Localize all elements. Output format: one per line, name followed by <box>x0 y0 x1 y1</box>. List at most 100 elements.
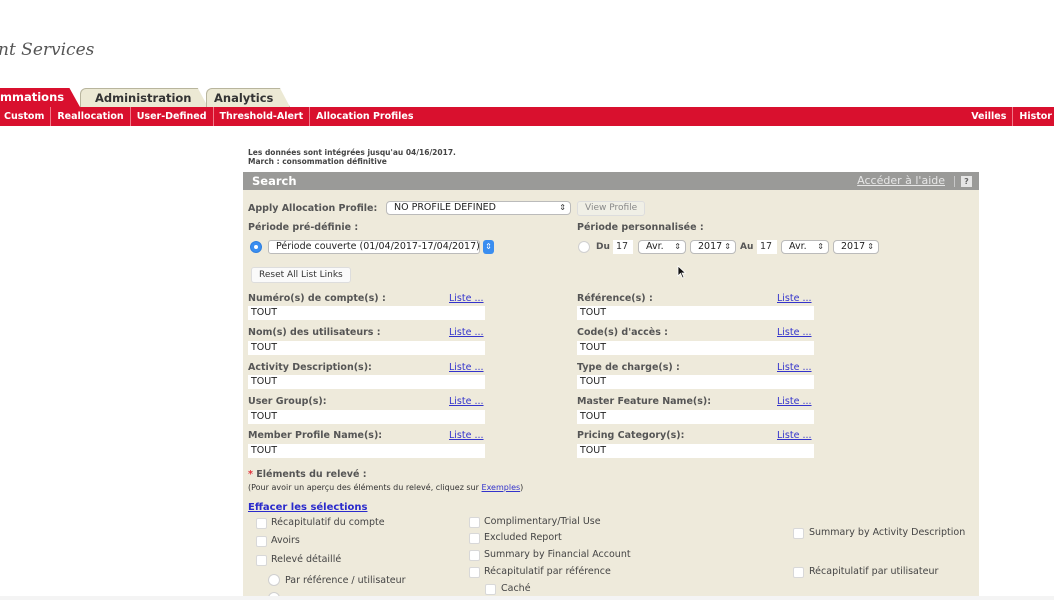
search-title: Search <box>252 174 297 188</box>
checkbox-label-detailed-statement: Relevé détaillé <box>271 554 342 565</box>
to-year-select[interactable]: 2017 ⇕ <box>833 240 879 254</box>
select-arrows-icon: ⇕ <box>674 242 681 251</box>
from-month-select[interactable]: Avr. ⇕ <box>638 240 686 254</box>
select-arrows-icon: ⇕ <box>867 242 874 251</box>
activity-descriptions-input[interactable]: TOUT <box>248 375 485 389</box>
reset-list-links-button[interactable]: Reset All List Links <box>251 267 351 283</box>
checkbox-label-account-summary: Récapitulatif du compte <box>271 517 385 528</box>
select-arrows-icon: ⇕ <box>559 203 566 212</box>
predefined-period-value: Période couverte (01/04/2017-17/04/2017) <box>276 241 480 252</box>
notice-line-integration: Les données sont intégrées jusqu'au 04/1… <box>248 148 456 157</box>
tab-administration[interactable]: Administration <box>80 88 208 107</box>
user-names-input[interactable]: TOUT <box>248 341 485 355</box>
field-label-access-codes: Code(s) d'accès : <box>577 327 668 338</box>
member-profile-names-input[interactable]: TOUT <box>248 444 485 458</box>
to-year-value: 2017 <box>841 241 866 252</box>
list-link-user-groups[interactable]: Liste ... <box>449 396 484 407</box>
checkbox-summary-financial-account[interactable] <box>469 550 480 561</box>
tab-consommations[interactable]: mmations <box>0 88 80 107</box>
field-label-user-groups: User Group(s): <box>248 396 327 407</box>
to-month-value: Avr. <box>789 241 807 252</box>
checkbox-excluded-report[interactable] <box>469 533 480 544</box>
from-year-select[interactable]: 2017 ⇕ <box>690 240 736 254</box>
search-panel: Search Accéder à l'aide ? Apply Allocati… <box>243 172 979 600</box>
list-link-master-feature-names[interactable]: Liste ... <box>777 396 812 407</box>
examples-link[interactable]: Exemples <box>482 483 521 492</box>
checkbox-summary-activity-description[interactable] <box>793 528 804 539</box>
subnav-user-defined[interactable]: User-Defined <box>131 107 214 126</box>
list-link-charge-types[interactable]: Liste ... <box>777 362 812 373</box>
custom-period-radio[interactable] <box>578 241 590 253</box>
user-groups-input[interactable]: TOUT <box>248 410 485 424</box>
predefined-period-label: Période pré-définie : <box>248 222 359 233</box>
radio-label-by-reference-user: Par référence / utilisateur <box>285 575 406 586</box>
to-label: Au <box>740 242 754 252</box>
main-tabs: mmations Administration Analytics <box>0 88 1054 107</box>
field-label-account-numbers: Numéro(s) de compte(s) : <box>248 293 386 304</box>
sub-navigation: Custom Reallocation User-Defined Thresho… <box>0 107 1054 126</box>
field-label-user-names: Nom(s) des utilisateurs : <box>248 327 381 338</box>
bottom-strip <box>0 596 1054 600</box>
pricing-categories-input[interactable]: TOUT <box>577 444 814 458</box>
hint-suffix: ) <box>520 483 524 492</box>
list-link-user-names[interactable]: Liste ... <box>449 327 484 338</box>
from-day-input[interactable]: 17 <box>613 240 633 254</box>
subnav-reallocation[interactable]: Reallocation <box>51 107 131 126</box>
subnav-historique[interactable]: Histor <box>1013 107 1054 126</box>
checkbox-label-summary-by-user: Récapitulatif par utilisateur <box>809 566 939 577</box>
select-arrows-icon[interactable]: ⇕ <box>483 240 494 254</box>
allocation-profile-select[interactable]: NO PROFILE DEFINED ⇕ <box>386 201 571 215</box>
from-year-value: 2017 <box>698 241 723 252</box>
statement-elements-label: * Eléments du relevé : <box>248 469 367 480</box>
master-feature-names-input[interactable]: TOUT <box>577 410 814 424</box>
field-label-activity-descriptions: Activity Description(s): <box>248 362 372 373</box>
subnav-allocation-profiles[interactable]: Allocation Profiles <box>310 107 419 126</box>
access-codes-input[interactable]: TOUT <box>577 341 814 355</box>
account-numbers-input[interactable]: TOUT <box>248 306 485 320</box>
list-link-activity-descriptions[interactable]: Liste ... <box>449 362 484 373</box>
checkbox-label-summary-activity-description: Summary by Activity Description <box>809 527 966 538</box>
view-profile-button[interactable]: View Profile <box>577 201 646 216</box>
help-icon[interactable]: ? <box>961 176 972 187</box>
clear-selections-link[interactable]: Effacer les sélections <box>248 502 367 513</box>
data-notice: Les données sont intégrées jusqu'au 04/1… <box>248 148 456 166</box>
predefined-period-select[interactable]: Période couverte (01/04/2017-17/04/2017) <box>268 240 480 254</box>
tab-analytics[interactable]: Analytics <box>206 88 290 107</box>
references-input[interactable]: TOUT <box>577 306 814 320</box>
checkbox-summary-by-user[interactable] <box>793 567 804 578</box>
checkbox-label-hidden: Caché <box>501 583 531 594</box>
select-arrows-icon: ⇕ <box>817 242 824 251</box>
help-link[interactable]: Accéder à l'aide <box>857 172 945 190</box>
statement-elements-text: Eléments du relevé : <box>256 469 367 480</box>
subnav-custom[interactable]: Custom <box>4 107 52 126</box>
custom-period-label: Période personnalisée : <box>577 222 704 233</box>
select-arrows-icon: ⇕ <box>724 242 731 251</box>
checkbox-account-summary[interactable] <box>256 518 267 529</box>
list-link-references[interactable]: Liste ... <box>777 293 812 304</box>
checkbox-label-excluded-report: Excluded Report <box>484 532 562 543</box>
predefined-period-radio[interactable] <box>250 241 262 253</box>
subnav-threshold-alert[interactable]: Threshold-Alert <box>214 107 311 126</box>
list-link-member-profile-names[interactable]: Liste ... <box>449 430 484 441</box>
mouse-cursor-icon <box>677 265 687 279</box>
list-link-pricing-categories[interactable]: Liste ... <box>777 430 812 441</box>
checkbox-complimentary-trial[interactable] <box>469 517 480 528</box>
checkbox-detailed-statement[interactable] <box>256 555 267 566</box>
list-link-account-numbers[interactable]: Liste ... <box>449 293 484 304</box>
checkbox-label-credits: Avoirs <box>271 535 300 546</box>
checkbox-credits[interactable] <box>256 536 267 547</box>
radio-by-reference-user[interactable] <box>268 574 280 586</box>
checkbox-hidden[interactable] <box>485 584 496 595</box>
charge-types-input[interactable]: TOUT <box>577 375 814 389</box>
to-month-select[interactable]: Avr. ⇕ <box>781 240 829 254</box>
to-day-input[interactable]: 17 <box>757 240 777 254</box>
checkbox-label-summary-by-reference: Récapitulatif par référence <box>484 566 611 577</box>
brand-title: nt Services <box>0 40 95 60</box>
allocation-profile-value: NO PROFILE DEFINED <box>394 202 496 213</box>
list-link-access-codes[interactable]: Liste ... <box>777 327 812 338</box>
field-label-charge-types: Type de charge(s) : <box>577 362 680 373</box>
checkbox-summary-by-reference[interactable] <box>469 567 480 578</box>
subnav-veilles[interactable]: Veilles <box>965 107 1014 126</box>
field-label-member-profile-names: Member Profile Name(s): <box>248 430 383 441</box>
required-marker: * <box>248 469 253 480</box>
